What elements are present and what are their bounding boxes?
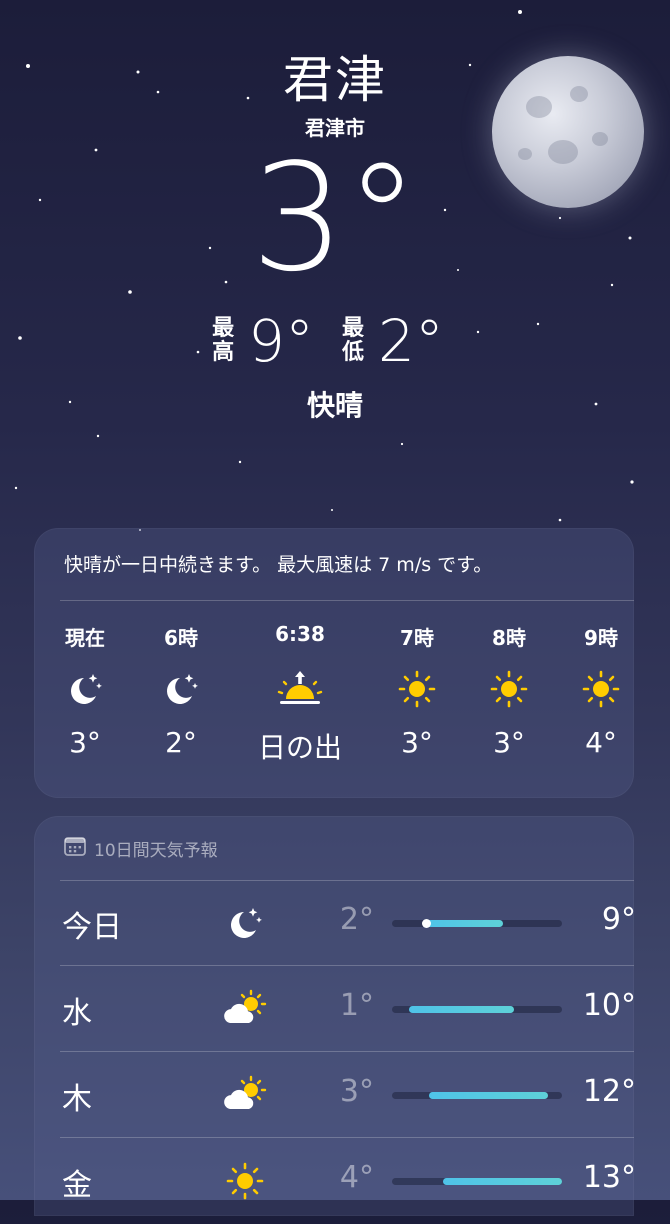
hour-item[interactable]: 9時 4° xyxy=(556,622,646,759)
hourly-forecast-card[interactable]: 快晴が一日中続きます。 最大風速は 7 m/s です。 現在 3° 6時 2° … xyxy=(34,528,634,798)
hour-time: 現在 xyxy=(65,626,105,650)
hour-item[interactable]: 6:38 日の出 xyxy=(244,622,356,766)
sun-icon xyxy=(220,1156,270,1206)
moon-stars-icon xyxy=(220,898,270,948)
high-label: 最 高 xyxy=(212,316,235,365)
calendar-icon xyxy=(64,836,86,861)
forecast-row[interactable]: 金 4° 13° xyxy=(60,1138,636,1224)
high-temp: 10° xyxy=(582,988,636,1023)
hour-time: 6時 xyxy=(164,626,198,650)
high-temp: 13° xyxy=(582,1160,636,1195)
hourly-summary: 快晴が一日中続きます。 最大風速は 7 m/s です。 xyxy=(64,554,493,576)
temp-range-bar xyxy=(409,1006,515,1013)
hour-time: 6:38 xyxy=(275,622,325,646)
current-condition: 快晴 xyxy=(306,389,363,422)
moon-stars-icon xyxy=(40,662,130,716)
high-temp: 12° xyxy=(582,1074,636,1109)
partly-sunny-icon xyxy=(220,984,270,1034)
hour-item[interactable]: 現在 3° xyxy=(40,622,130,759)
temp-range-track xyxy=(392,1092,562,1099)
day-label: 木 xyxy=(62,1082,92,1117)
forecast-title: 10日間天気予報 xyxy=(94,841,218,861)
sun-icon xyxy=(464,662,554,716)
hour-temp: 3° xyxy=(401,726,433,759)
low-label: 最 低 xyxy=(342,316,365,365)
current-temp-marker xyxy=(422,919,431,928)
ten-day-forecast-card[interactable]: 10日間天気予報 今日 2° 9° 水 1° 10° 木 3° 12° 金 4°… xyxy=(34,816,636,1216)
hour-time: 9時 xyxy=(584,626,618,650)
temp-range-bar xyxy=(429,1092,549,1099)
sunrise-icon xyxy=(244,662,356,716)
hour-time: 8時 xyxy=(492,626,526,650)
low-temp: 2° xyxy=(339,902,374,937)
temp-range-track xyxy=(392,919,562,928)
hour-item[interactable]: 6時 2° xyxy=(136,622,226,759)
sun-icon xyxy=(556,662,646,716)
city-name: 君津 xyxy=(283,51,387,109)
temp-range-track xyxy=(392,1178,562,1185)
partly-sunny-icon xyxy=(220,1070,270,1120)
current-temperature: 3° xyxy=(250,132,420,304)
low-temp: 1° xyxy=(339,988,374,1023)
temp-range-bar xyxy=(443,1178,562,1185)
hour-temp: 日の出 xyxy=(257,731,342,764)
divider xyxy=(60,600,634,601)
day-label: 今日 xyxy=(62,910,122,945)
moon-stars-icon xyxy=(136,662,226,716)
forecast-row[interactable]: 今日 2° 9° xyxy=(60,880,636,966)
hour-temp: 4° xyxy=(585,726,617,759)
hour-time: 7時 xyxy=(400,626,434,650)
hour-item[interactable]: 8時 3° xyxy=(464,622,554,759)
hour-temp: 3° xyxy=(493,726,525,759)
temp-range-bar xyxy=(426,920,503,927)
low-temperature: 2° xyxy=(378,307,444,375)
temp-range-track xyxy=(392,1006,562,1013)
low-temp: 4° xyxy=(339,1160,374,1195)
forecast-row[interactable]: 木 3° 12° xyxy=(60,1052,636,1138)
low-temp: 3° xyxy=(339,1074,374,1109)
high-temp: 9° xyxy=(601,902,636,937)
day-label: 金 xyxy=(62,1168,92,1203)
forecast-header: 10日間天気予報 xyxy=(64,836,218,861)
hour-temp: 3° xyxy=(69,726,101,759)
hour-temp: 2° xyxy=(165,726,197,759)
day-label: 水 xyxy=(62,996,92,1031)
high-low: 最 高 9° 最 低 2° xyxy=(0,306,670,376)
sun-icon xyxy=(372,662,462,716)
high-temperature: 9° xyxy=(248,307,314,375)
forecast-row[interactable]: 水 1° 10° xyxy=(60,966,636,1052)
hour-item[interactable]: 7時 3° xyxy=(372,622,462,759)
